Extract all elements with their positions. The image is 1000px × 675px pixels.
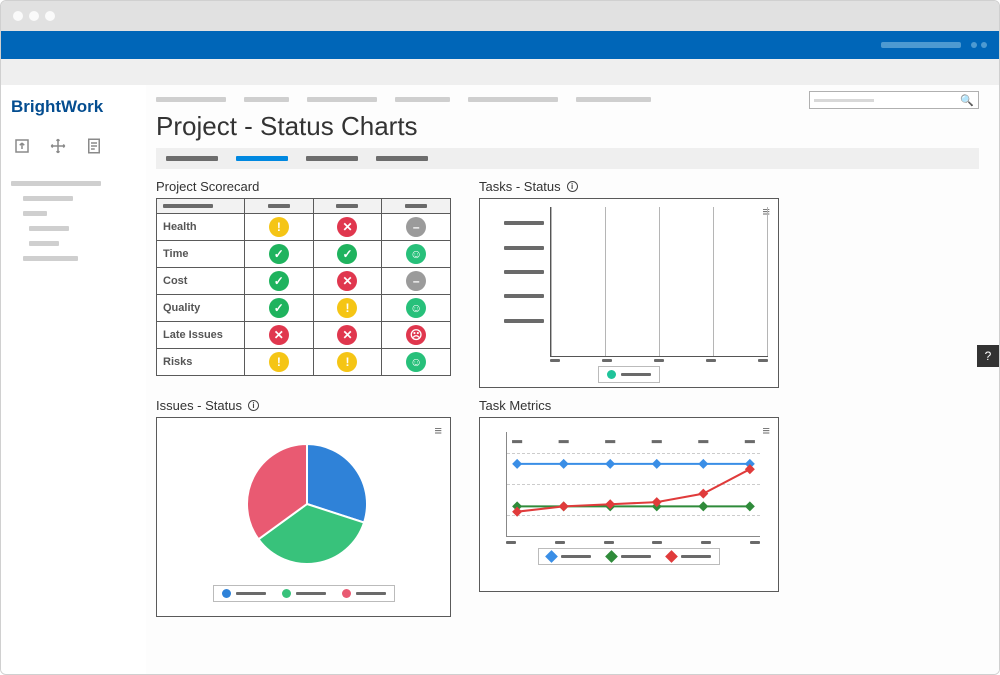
suite-bar bbox=[1, 31, 999, 59]
status-sad-icon: ☹ bbox=[406, 325, 426, 345]
main-content: 🔍 Project - Status Charts Project Scorec… bbox=[146, 85, 999, 674]
nav-item[interactable] bbox=[23, 211, 47, 216]
suite-bar-link[interactable] bbox=[881, 42, 961, 48]
suite-bar-dot[interactable] bbox=[971, 42, 977, 48]
status-check-icon: ✓ bbox=[337, 244, 357, 264]
metric-label: Cost bbox=[157, 268, 245, 295]
search-input[interactable]: 🔍 bbox=[809, 91, 979, 109]
upload-icon[interactable] bbox=[13, 137, 31, 155]
status-check-icon: ✓ bbox=[269, 244, 289, 264]
metric-label: Quality bbox=[157, 295, 245, 322]
info-icon[interactable]: i bbox=[567, 181, 578, 192]
table-row: Time ✓ ✓ ☺ bbox=[157, 241, 451, 268]
tasks-title: Tasks - Status bbox=[479, 179, 561, 194]
table-row: Risks!! ☺ bbox=[157, 349, 451, 376]
status-info-icon: ! bbox=[269, 352, 289, 372]
status-happy-icon: ☺ bbox=[406, 298, 426, 318]
issues-status-section: Issues - Status i ≡ bbox=[156, 398, 451, 617]
window-control-dot[interactable] bbox=[13, 11, 23, 21]
table-row: Cost ✓ ✕ – bbox=[157, 268, 451, 295]
move-icon[interactable] bbox=[49, 137, 67, 155]
scorecard-title: Project Scorecard bbox=[156, 179, 259, 194]
metric-label: Late Issues bbox=[157, 322, 245, 349]
metric-label: Time bbox=[157, 241, 245, 268]
breadcrumb bbox=[156, 97, 651, 102]
info-icon[interactable]: i bbox=[248, 400, 259, 411]
data-point bbox=[745, 464, 755, 474]
status-error-icon: ✕ bbox=[269, 325, 289, 345]
data-point bbox=[698, 459, 708, 469]
table-row: Late Issues ✕ ✕ ☹ bbox=[157, 322, 451, 349]
data-point bbox=[512, 507, 522, 517]
status-error-icon: ✕ bbox=[337, 325, 357, 345]
tasks-status-section: Tasks - Status i ≡ bbox=[479, 179, 779, 388]
nav-item[interactable] bbox=[23, 196, 73, 201]
browser-window: ? BrightWork bbox=[0, 0, 1000, 675]
status-happy-icon: ☺ bbox=[406, 352, 426, 372]
chart-menu-icon[interactable]: ≡ bbox=[762, 424, 770, 437]
task-metrics-section: Task Metrics ≡ bbox=[479, 398, 779, 617]
data-point bbox=[745, 501, 755, 511]
tab-item[interactable] bbox=[236, 156, 288, 161]
tasks-status-chart: ≡ bbox=[479, 198, 779, 388]
table-row: Quality ✓! ☺ bbox=[157, 295, 451, 322]
task-metrics-chart: ≡ bbox=[479, 417, 779, 592]
status-check-icon: ✓ bbox=[269, 298, 289, 318]
tab-item[interactable] bbox=[306, 156, 358, 161]
help-tab[interactable]: ? bbox=[977, 345, 999, 367]
issues-title: Issues - Status bbox=[156, 398, 242, 413]
status-neutral-icon: – bbox=[406, 271, 426, 291]
issues-status-chart: ≡ bbox=[156, 417, 451, 617]
tab-strip bbox=[156, 148, 979, 169]
data-point bbox=[698, 489, 708, 499]
nav-item[interactable] bbox=[29, 226, 69, 231]
brand-logo: BrightWork bbox=[11, 97, 136, 117]
data-point bbox=[652, 459, 662, 469]
nav-item[interactable] bbox=[23, 256, 78, 261]
metrics-title: Task Metrics bbox=[479, 398, 551, 413]
scorecard-section: Project Scorecard Health! ✕ – Time ✓ ✓ ☺ Cost ✓ ✕… bbox=[156, 179, 451, 388]
window-control-dot[interactable] bbox=[29, 11, 39, 21]
status-info-icon: ! bbox=[269, 217, 289, 237]
scorecard-table: Health! ✕ – Time ✓ ✓ ☺ Cost ✓ ✕ – Quality ✓! ☺ Late Is… bbox=[156, 198, 451, 376]
line-series bbox=[517, 469, 750, 512]
data-point bbox=[512, 459, 522, 469]
page-title: Project - Status Charts bbox=[156, 111, 979, 142]
status-neutral-icon: – bbox=[406, 217, 426, 237]
tab-item[interactable] bbox=[166, 156, 218, 161]
status-info-icon: ! bbox=[337, 298, 357, 318]
search-icon: 🔍 bbox=[960, 94, 974, 107]
window-titlebar bbox=[1, 1, 999, 31]
status-check-icon: ✓ bbox=[269, 271, 289, 291]
data-point bbox=[605, 459, 615, 469]
data-point bbox=[559, 501, 569, 511]
status-error-icon: ✕ bbox=[337, 271, 357, 291]
table-row: Health! ✕ – bbox=[157, 214, 451, 241]
metric-label: Health bbox=[157, 214, 245, 241]
nav-item[interactable] bbox=[29, 241, 59, 246]
window-control-dot[interactable] bbox=[45, 11, 55, 21]
metric-label: Risks bbox=[157, 349, 245, 376]
data-point bbox=[698, 501, 708, 511]
ribbon bbox=[1, 59, 999, 85]
left-nav: BrightWork bbox=[1, 85, 146, 674]
chart-menu-icon[interactable]: ≡ bbox=[434, 424, 442, 437]
tab-item[interactable] bbox=[376, 156, 428, 161]
status-error-icon: ✕ bbox=[337, 217, 357, 237]
status-info-icon: ! bbox=[337, 352, 357, 372]
suite-bar-dot[interactable] bbox=[981, 42, 987, 48]
data-point bbox=[559, 459, 569, 469]
nav-item[interactable] bbox=[11, 181, 101, 186]
document-icon[interactable] bbox=[85, 137, 103, 155]
status-happy-icon: ☺ bbox=[406, 244, 426, 264]
